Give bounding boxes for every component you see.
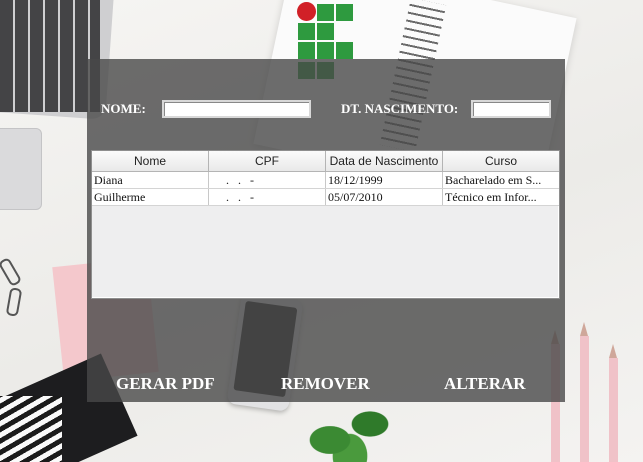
column-header-data-nascimento[interactable]: Data de Nascimento	[326, 151, 443, 171]
name-label: NOME:	[101, 101, 146, 116]
logo-square	[317, 23, 334, 40]
table-row[interactable]: Diana . . - 18/12/1999 Bacharelado em S.…	[92, 172, 559, 189]
logo-square	[298, 42, 315, 59]
birth-date-input[interactable]	[471, 100, 551, 118]
logo-square	[336, 4, 353, 21]
plant-image	[300, 392, 400, 462]
name-input[interactable]	[162, 100, 311, 118]
touchpad-image	[0, 128, 42, 210]
generate-pdf-button[interactable]: GERAR PDF	[116, 374, 215, 394]
striped-object-image	[0, 396, 62, 462]
keyboard-image	[0, 0, 100, 112]
column-header-nome[interactable]: Nome	[92, 151, 209, 171]
cell-curso: Técnico em Infor...	[445, 190, 537, 204]
cell-cpf: . . -	[209, 189, 326, 205]
edit-button[interactable]: ALTERAR	[444, 374, 526, 394]
logo-square	[298, 23, 315, 40]
logo-red-circle	[297, 2, 316, 21]
table-header: Nome CPF Data de Nascimento Curso	[92, 151, 559, 172]
cell-nome: Guilherme	[92, 189, 209, 205]
students-table[interactable]: Nome CPF Data de Nascimento Curso Diana …	[91, 150, 560, 299]
cell-cpf: . . -	[209, 172, 326, 188]
pencil-image	[609, 344, 618, 462]
column-header-cpf[interactable]: CPF	[209, 151, 326, 171]
cell-data-nascimento: 18/12/1999	[326, 172, 443, 188]
cell-nome: Diana	[92, 172, 209, 188]
logo-square	[317, 42, 334, 59]
birth-date-label: DT. NASCIMENTO:	[341, 101, 459, 116]
logo-square	[317, 4, 334, 21]
cell-curso: Bacharelado em S...	[445, 173, 542, 187]
remove-button[interactable]: REMOVER	[281, 374, 370, 394]
pencil-image	[580, 322, 589, 462]
cell-data-nascimento: 05/07/2010	[326, 189, 443, 205]
logo-square	[336, 42, 353, 59]
table-row[interactable]: Guilherme . . - 05/07/2010 Técnico em In…	[92, 189, 559, 206]
column-header-curso[interactable]: Curso	[443, 151, 559, 171]
